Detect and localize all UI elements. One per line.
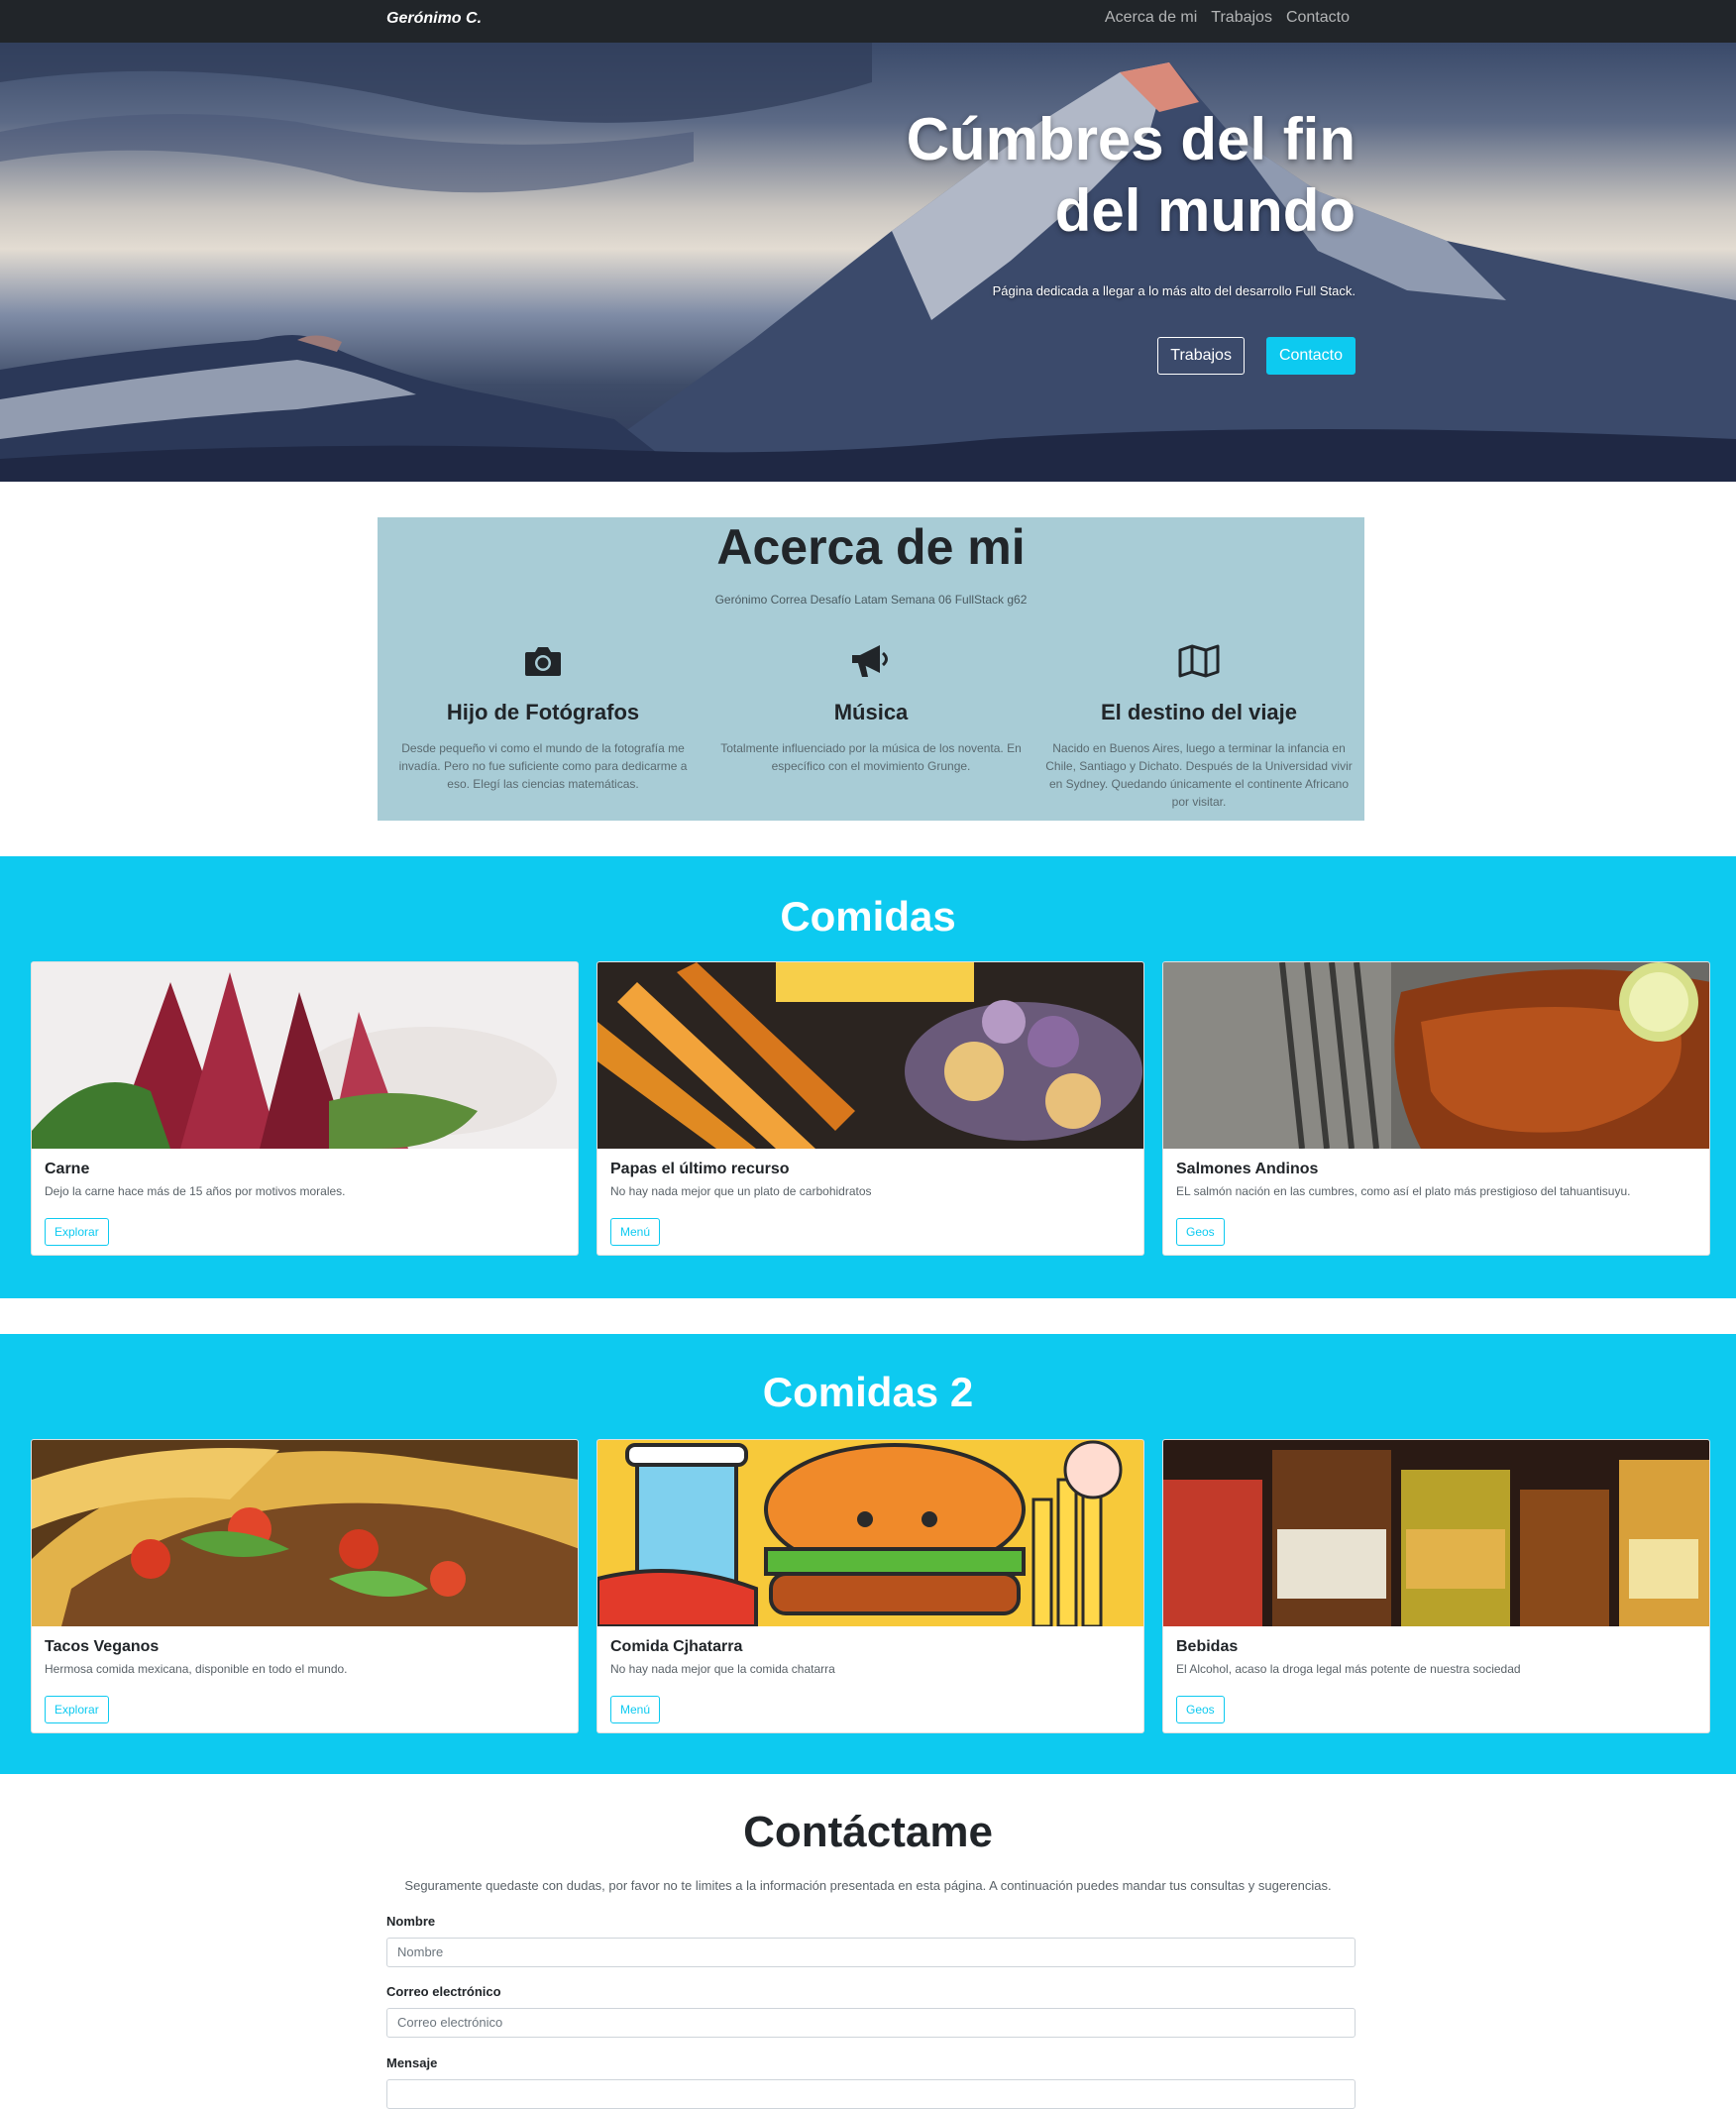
card-text: No hay nada mejor que un plato de carboh… <box>610 1184 872 1198</box>
card-papas: Papas el último recurso No hay nada mejo… <box>597 961 1144 1256</box>
map-icon <box>1045 636 1353 686</box>
card-title: Carne <box>45 1161 90 1177</box>
card-text: EL salmón nación en las cumbres, como as… <box>1176 1184 1631 1198</box>
feature-title: Hijo de Fotógrafos <box>446 700 640 724</box>
feature-text: Totalmente influenciado por la música de… <box>720 741 1022 773</box>
feature-text: Nacido en Buenos Aires, luego a terminar… <box>1045 741 1353 809</box>
card-title: Tacos Veganos <box>45 1638 160 1655</box>
section-title: Comidas <box>780 893 956 940</box>
contact-text: Seguramente quedaste con dudas, por favo… <box>404 1878 1332 1893</box>
name-label: Nombre <box>386 1914 436 1929</box>
card-salmones: Salmones Andinos EL salmón nación en las… <box>1162 961 1710 1256</box>
geos-button[interactable]: Geos <box>1176 1696 1225 1723</box>
message-label: Mensaje <box>386 2055 438 2070</box>
hero-buttons: Trabajos Contacto <box>1157 337 1356 375</box>
email-label: Correo electrónico <box>386 1984 501 1999</box>
feature-fotografos: Hijo de Fotógrafos Desde pequeño vi como… <box>389 636 697 793</box>
about-subtitle: Gerónimo Correa Desafío Latam Semana 06 … <box>714 593 1028 607</box>
card-carne: Carne Dejo la carne hace más de 15 años … <box>31 961 579 1256</box>
hero-banner: Cúmbres del fin del mundo Página dedicad… <box>0 43 1736 482</box>
card-title: Papas el último recurso <box>610 1161 790 1177</box>
megaphone-icon <box>717 636 1025 686</box>
card-text: El Alcohol, acaso la droga legal más pot… <box>1176 1662 1521 1676</box>
trabajos-button[interactable]: Trabajos <box>1157 337 1245 375</box>
card-text: No hay nada mejor que la comida chatarra <box>610 1662 835 1676</box>
nav-link-contacto[interactable]: Contacto <box>1286 9 1350 27</box>
card-bebidas: Bebidas El Alcohol, acaso la droga legal… <box>1162 1439 1710 1733</box>
card-image <box>32 962 578 1149</box>
comidas2-section: Comidas 2 Tacos Veganos Hermosa comida m… <box>0 1334 1736 1774</box>
feature-viaje: El destino del viaje Nacido en Buenos Ai… <box>1045 636 1353 811</box>
about-title: Acerca de mi <box>716 519 1026 575</box>
hero-title: Cúmbres del fin del mundo <box>801 104 1356 247</box>
card-text: Hermosa comida mexicana, disponible en t… <box>45 1662 348 1676</box>
card-image <box>597 962 1143 1149</box>
feature-musica: Música Totalmente influenciado por la mú… <box>717 636 1025 775</box>
explorar-button[interactable]: Explorar <box>45 1218 109 1246</box>
feature-title: Música <box>833 700 909 724</box>
message-input[interactable] <box>386 2079 1356 2109</box>
hero-title-line2: del mundo <box>1054 177 1356 244</box>
hero-subtitle: Página dedicada a llegar a lo más alto d… <box>992 283 1356 298</box>
hero-title-line1: Cúmbres del fin <box>906 106 1356 172</box>
navbar: Gerónimo C. Acerca de mi Trabajos Contac… <box>0 0 1736 43</box>
contacto-button[interactable]: Contacto <box>1265 337 1356 375</box>
card-title: Bebidas <box>1176 1638 1239 1655</box>
geos-button[interactable]: Geos <box>1176 1218 1225 1246</box>
menu-button[interactable]: Menú <box>610 1218 661 1246</box>
card-tacos: Tacos Veganos Hermosa comida mexicana, d… <box>31 1439 579 1733</box>
nav-links: Acerca de mi Trabajos Contacto <box>1105 9 1350 27</box>
explorar-button[interactable]: Explorar <box>45 1696 109 1723</box>
email-input[interactable]: Correo electrónico <box>386 2008 1356 2038</box>
brand-logo[interactable]: Gerónimo C. <box>386 10 482 28</box>
card-text: Dejo la carne hace más de 15 años por mo… <box>45 1184 346 1198</box>
nav-link-acerca[interactable]: Acerca de mi <box>1105 9 1197 27</box>
feature-text: Desde pequeño vi como el mundo de la fot… <box>398 741 688 791</box>
card-image <box>1163 1440 1709 1626</box>
about-section: Acerca de mi Gerónimo Correa Desafío Lat… <box>378 517 1364 821</box>
feature-title: El destino del viaje <box>1100 700 1298 724</box>
section-title: Comidas 2 <box>762 1369 974 1415</box>
contact-title: Contáctame <box>743 1808 993 1856</box>
comidas-section: Comidas Carne Dejo la carne hace más de … <box>0 856 1736 1298</box>
card-image <box>32 1440 578 1626</box>
card-chatarra: Comida Cjhatarra No hay nada mejor que l… <box>597 1439 1144 1733</box>
menu-button[interactable]: Menú <box>610 1696 661 1723</box>
name-input[interactable]: Nombre <box>386 1938 1356 1967</box>
card-title: Salmones Andinos <box>1176 1161 1319 1177</box>
nav-link-trabajos[interactable]: Trabajos <box>1211 9 1272 27</box>
camera-icon <box>389 636 697 686</box>
card-image <box>1163 962 1709 1149</box>
card-title: Comida Cjhatarra <box>610 1638 743 1655</box>
card-image <box>597 1440 1143 1626</box>
